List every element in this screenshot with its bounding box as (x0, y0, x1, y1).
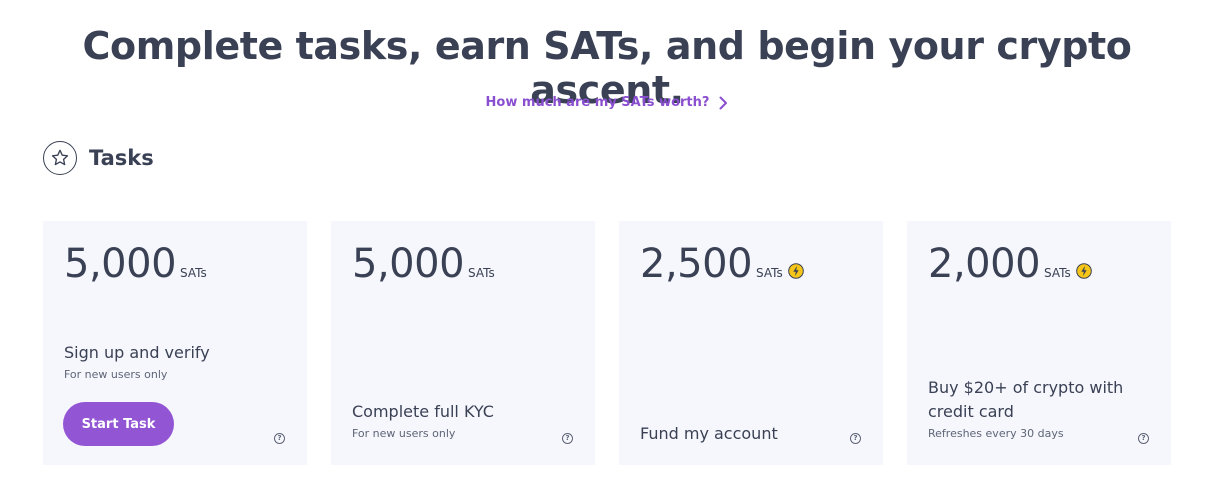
help-icon[interactable]: ? (850, 433, 861, 444)
reward-amount: 2,500 (640, 241, 753, 287)
help-icon[interactable]: ? (1138, 433, 1149, 444)
reward-unit: SATs (1044, 266, 1071, 280)
reward-amount: 5,000 (64, 241, 177, 287)
task-card-sign-up: 5,000 SATs Sign up and verify For new us… (43, 221, 307, 465)
tasks-title: Tasks (89, 146, 154, 170)
reward-unit: SATs (468, 266, 495, 280)
sats-worth-link-label: How much are my SATs worth? (485, 95, 710, 110)
task-title: Buy $20+ of crypto with credit card (928, 378, 1124, 421)
help-icon[interactable]: ? (562, 433, 573, 444)
task-card-fund-account: 2,500 SATs Fund my account ? (619, 221, 883, 465)
reward-amount-row: 2,000 SATs (928, 241, 1092, 287)
reward-unit: SATs (756, 266, 783, 280)
task-title: Fund my account (640, 424, 778, 443)
sats-worth-link[interactable]: How much are my SATs worth? (0, 95, 1214, 110)
lightning-bolt-icon (787, 263, 804, 279)
task-card-buy-crypto: 2,000 SATs Buy $20+ of crypto with credi… (907, 221, 1171, 465)
chevron-right-icon (719, 96, 728, 109)
task-title: Complete full KYC (352, 402, 494, 421)
task-title: Sign up and verify (64, 343, 210, 362)
star-icon (43, 141, 77, 175)
task-card-full-kyc: 5,000 SATs Complete full KYC For new use… (331, 221, 595, 465)
task-subtitle: For new users only (64, 368, 168, 381)
start-task-button[interactable]: Start Task (63, 402, 174, 446)
task-card-list: 5,000 SATs Sign up and verify For new us… (43, 221, 1171, 465)
task-info: Sign up and verify For new users only (64, 341, 267, 381)
reward-amount-row: 2,500 SATs (640, 241, 804, 287)
task-subtitle: Refreshes every 30 days (928, 427, 1064, 440)
lightning-bolt-icon (1075, 263, 1092, 279)
task-info: Complete full KYC For new users only (352, 400, 555, 440)
task-subtitle: For new users only (352, 427, 456, 440)
reward-amount-row: 5,000 SATs (352, 241, 495, 287)
task-info: Fund my account (640, 422, 843, 446)
reward-amount: 2,000 (928, 241, 1041, 287)
tasks-section-header: Tasks (43, 141, 154, 175)
reward-unit: SATs (180, 266, 207, 280)
reward-amount: 5,000 (352, 241, 465, 287)
help-icon[interactable]: ? (274, 433, 285, 444)
task-info: Buy $20+ of crypto with credit card Refr… (928, 376, 1131, 440)
reward-amount-row: 5,000 SATs (64, 241, 207, 287)
